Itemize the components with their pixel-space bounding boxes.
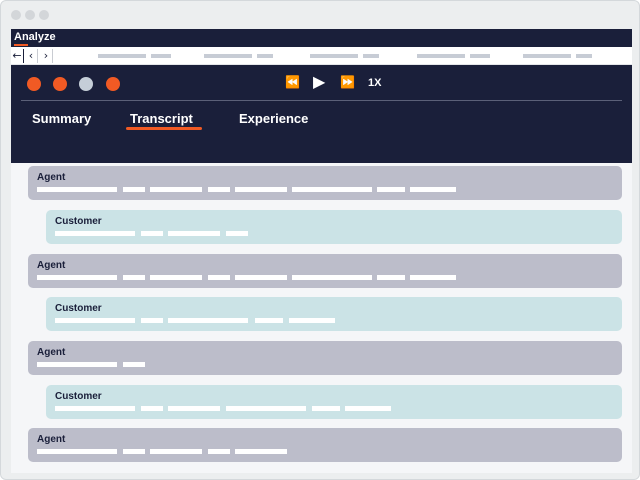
text-placeholder-line: [208, 449, 230, 454]
minimize-dot-icon[interactable]: [25, 10, 35, 20]
url-placeholder-bar: [98, 54, 146, 58]
player-divider: [21, 100, 622, 101]
text-placeholder-line: [410, 187, 456, 192]
text-placeholder-line: [345, 406, 391, 411]
rewind-icon[interactable]: ⏪: [285, 75, 300, 89]
nav-divider: [52, 49, 53, 63]
text-placeholder-line: [150, 449, 202, 454]
window-titlebar: [1, 1, 639, 29]
navigation-bar: ← ‹ ›: [11, 47, 632, 65]
chevron-right-icon[interactable]: ›: [40, 48, 52, 63]
speaker-label: Agent: [37, 347, 66, 358]
text-placeholder-line: [150, 187, 202, 192]
tab-experience[interactable]: Experience: [239, 111, 308, 126]
text-placeholder-line: [168, 231, 220, 236]
text-placeholder-line: [37, 449, 117, 454]
fast-forward-icon[interactable]: ⏩: [340, 75, 355, 89]
text-placeholder-line: [292, 187, 372, 192]
text-placeholder-line: [37, 187, 117, 192]
transcript-message-agent[interactable]: Agent: [28, 254, 622, 288]
url-placeholder-bar: [363, 54, 379, 58]
text-placeholder-line: [235, 449, 287, 454]
text-placeholder-line: [55, 231, 135, 236]
speaker-label: Agent: [37, 260, 66, 271]
url-placeholder-bar: [576, 54, 592, 58]
back-arrow-icon[interactable]: ←: [11, 48, 23, 63]
text-placeholder-line: [37, 362, 117, 367]
speaker-indicator-dot[interactable]: [106, 77, 120, 91]
speaker-label: Agent: [37, 434, 66, 445]
text-placeholder-line: [141, 231, 163, 236]
tab-summary[interactable]: Summary: [32, 111, 91, 126]
transcript-message-agent[interactable]: Agent: [28, 428, 622, 462]
text-placeholder-line: [123, 449, 145, 454]
text-placeholder-line: [377, 187, 405, 192]
tab-transcript[interactable]: Transcript: [130, 111, 193, 126]
url-placeholder-bar: [204, 54, 252, 58]
url-placeholder-bar: [310, 54, 358, 58]
title-accent-underline: [14, 44, 28, 46]
app-title: Analyze: [14, 31, 56, 43]
transcript-message-customer[interactable]: Customer: [46, 210, 622, 244]
play-icon[interactable]: ▶: [313, 72, 325, 91]
transcript-message-agent[interactable]: Agent: [28, 341, 622, 375]
app-header: Analyze: [11, 29, 632, 47]
audio-player-panel: ⏪ ▶ ⏩ 1X Summary Transcript Experience: [11, 65, 632, 163]
url-placeholder-bar: [470, 54, 490, 58]
speaker-label: Agent: [37, 172, 66, 183]
app-content: Analyze ← ‹ › ⏪ ▶ ⏩ 1X Summary Transcrip…: [11, 29, 632, 473]
text-placeholder-line: [289, 318, 335, 323]
speaker-label: Customer: [55, 216, 102, 227]
speaker-indicator-dot[interactable]: [53, 77, 67, 91]
text-placeholder-line: [123, 187, 145, 192]
nav-divider: [37, 49, 38, 63]
text-placeholder-line: [410, 275, 456, 280]
browser-window: Analyze ← ‹ › ⏪ ▶ ⏩ 1X Summary Transcrip…: [0, 0, 640, 480]
text-placeholder-line: [226, 406, 306, 411]
close-dot-icon[interactable]: [11, 10, 21, 20]
text-placeholder-line: [377, 275, 405, 280]
transcript-message-customer[interactable]: Customer: [46, 385, 622, 419]
text-placeholder-line: [150, 275, 202, 280]
text-placeholder-line: [168, 318, 248, 323]
chevron-left-icon[interactable]: ‹: [25, 48, 37, 63]
text-placeholder-line: [55, 406, 135, 411]
text-placeholder-line: [292, 275, 372, 280]
text-placeholder-line: [208, 275, 230, 280]
url-placeholder-bar: [151, 54, 171, 58]
playback-speed-button[interactable]: 1X: [368, 77, 381, 89]
text-placeholder-line: [255, 318, 283, 323]
text-placeholder-line: [55, 318, 135, 323]
transcript-message-agent[interactable]: Agent: [28, 166, 622, 200]
text-placeholder-line: [123, 362, 145, 367]
speaker-label: Customer: [55, 303, 102, 314]
transcript-message-customer[interactable]: Customer: [46, 297, 622, 331]
nav-divider: [23, 49, 24, 63]
text-placeholder-line: [141, 318, 163, 323]
text-placeholder-line: [226, 231, 248, 236]
text-placeholder-line: [123, 275, 145, 280]
speaker-indicator-dot[interactable]: [79, 77, 93, 91]
text-placeholder-line: [208, 187, 230, 192]
url-placeholder-bar: [523, 54, 571, 58]
speaker-label: Customer: [55, 391, 102, 402]
text-placeholder-line: [235, 187, 287, 192]
text-placeholder-line: [168, 406, 220, 411]
text-placeholder-line: [235, 275, 287, 280]
text-placeholder-line: [37, 275, 117, 280]
speaker-indicator-dot[interactable]: [27, 77, 41, 91]
maximize-dot-icon[interactable]: [39, 10, 49, 20]
text-placeholder-line: [312, 406, 340, 411]
text-placeholder-line: [141, 406, 163, 411]
url-placeholder-bar: [417, 54, 465, 58]
active-tab-indicator: [126, 127, 202, 130]
url-placeholder-bar: [257, 54, 273, 58]
